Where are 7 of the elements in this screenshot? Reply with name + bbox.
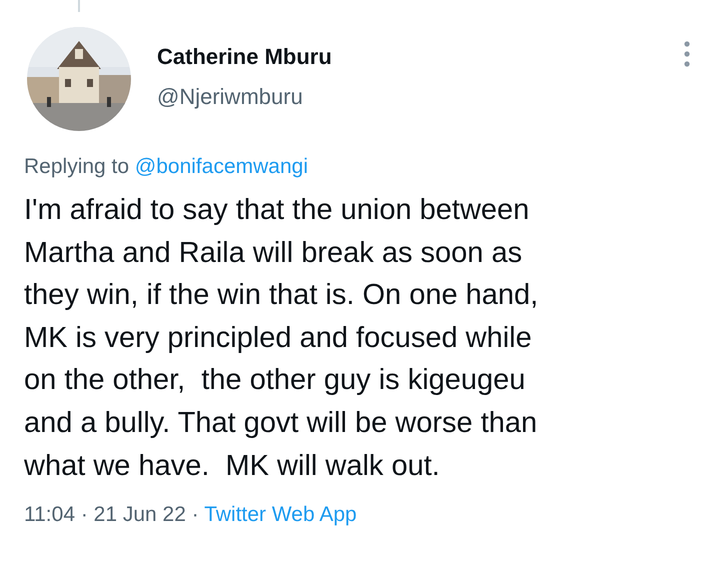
more-button[interactable]	[684, 41, 690, 67]
author-handle[interactable]: @Njeriwmburu	[157, 83, 684, 111]
reply-label: Replying to	[24, 155, 130, 178]
tweet-text: I'm afraid to say that the union between Martha and Raila will break as soon as they win, if the win that is. On one hand, MK is very principled and focused while on the other, the other guy is kigeugeu and a bully. That govt will be worse than what we have. MK will walk out.	[23, 193, 540, 484]
author-name[interactable]: Catherine Mburu	[157, 43, 684, 71]
more-icon	[684, 41, 690, 67]
tweet-timestamp: 11:04 · 21 Jun 22 ·	[24, 503, 200, 526]
